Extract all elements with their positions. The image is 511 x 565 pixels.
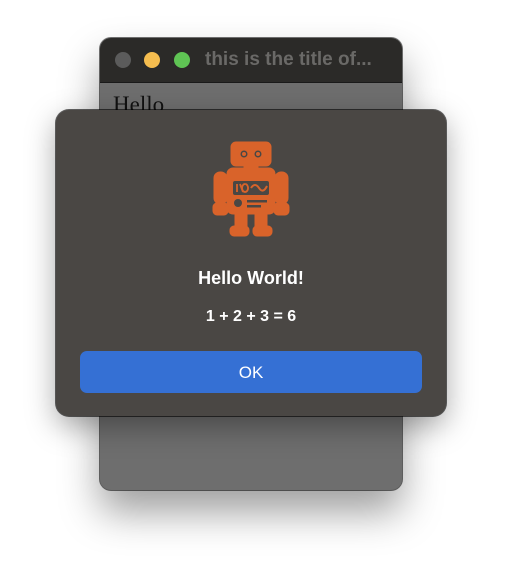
desktop: this is the title of... Hello Hello Worl… — [0, 0, 511, 565]
alert-dialog: Hello World! 1 + 2 + 3 = 6 OK — [56, 110, 446, 416]
robot-icon — [212, 141, 290, 237]
dialog-title: Hello World! — [198, 268, 304, 288]
dialog-message: 1 + 2 + 3 = 6 — [205, 308, 297, 325]
close-window-button[interactable] — [115, 52, 131, 68]
ok-button[interactable]: OK — [80, 351, 422, 393]
window-title: this is the title of... — [205, 49, 372, 70]
title-bar[interactable]: this is the title of... — [100, 38, 402, 83]
minimize-window-button[interactable] — [144, 52, 160, 68]
zoom-window-button[interactable] — [174, 52, 190, 68]
